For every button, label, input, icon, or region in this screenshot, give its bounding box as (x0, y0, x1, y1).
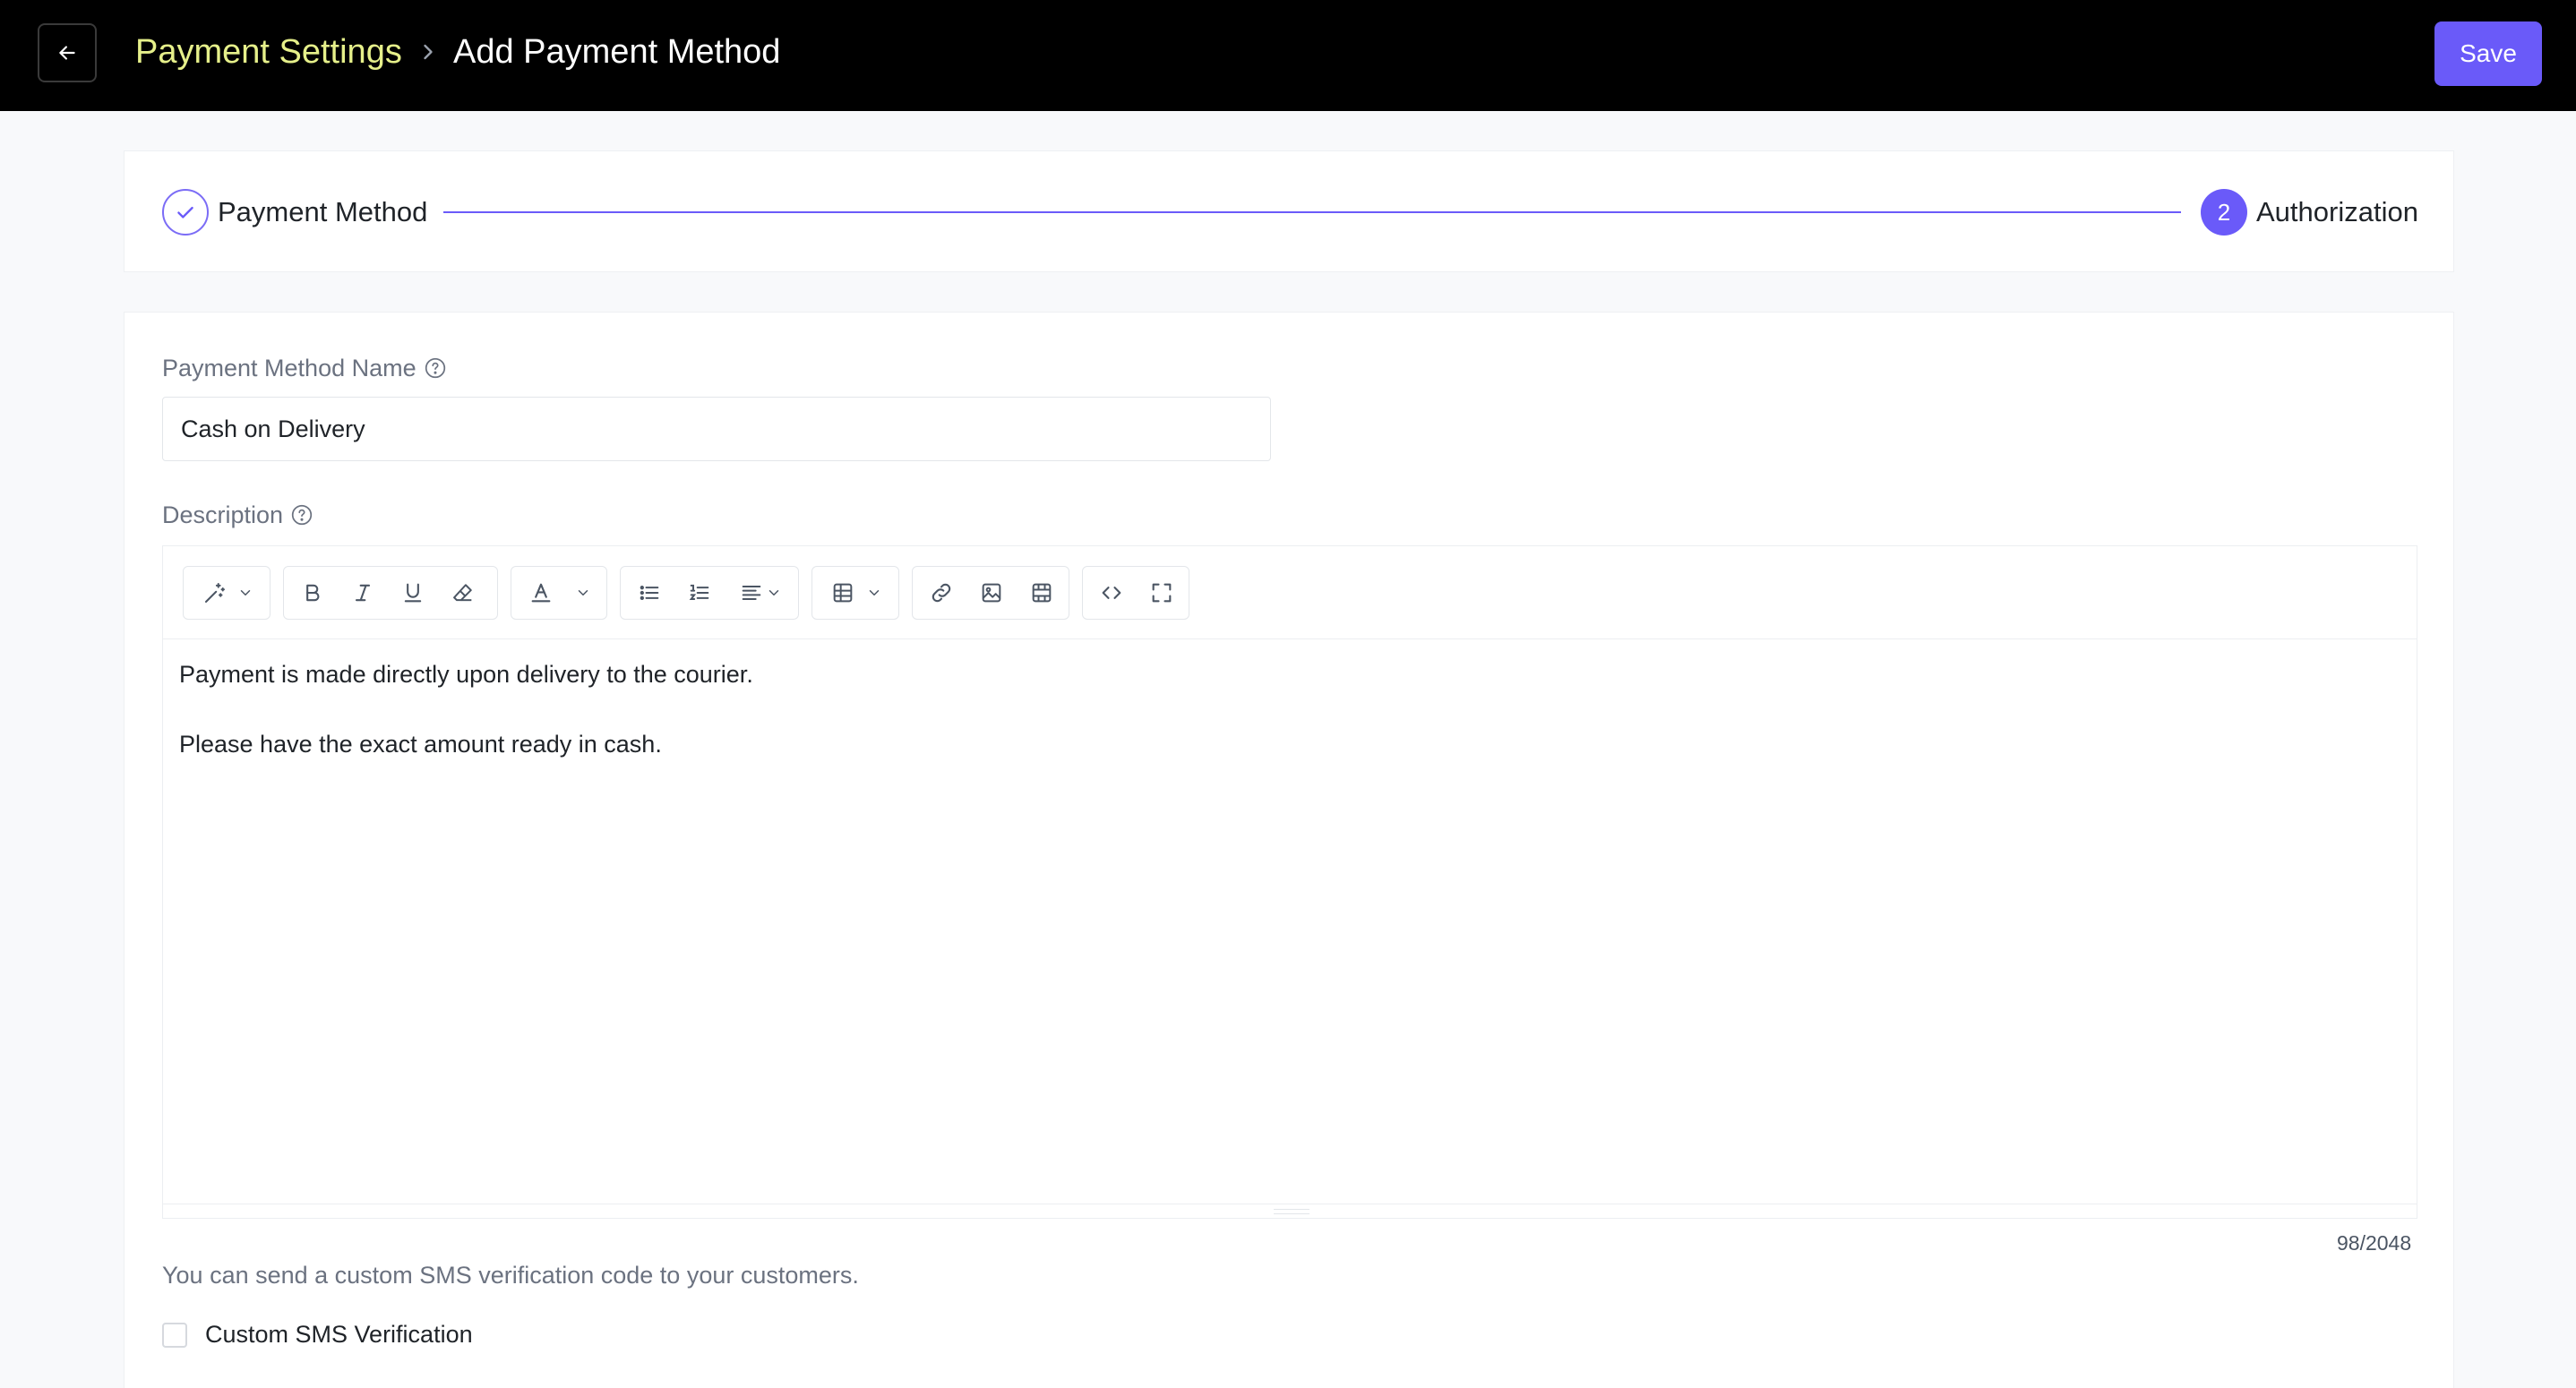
chevron-right-icon (424, 44, 433, 60)
align-icon (742, 586, 761, 600)
chevron-down-icon (869, 590, 880, 595)
rich-text-editor: Payment is made directly upon delivery t… (162, 545, 2417, 1219)
toolbar-group-insert (912, 566, 1069, 620)
video-icon (1032, 583, 1052, 603)
description-paragraph: Payment is made directly upon delivery t… (179, 661, 753, 688)
description-label-text: Description (162, 501, 284, 528)
chevron-down-icon (769, 590, 779, 595)
insert-video-button[interactable] (1017, 567, 1067, 619)
underline-button[interactable] (388, 567, 438, 619)
insert-link-button[interactable] (916, 567, 966, 619)
toolbar-group-paragraph (620, 566, 799, 620)
editor-resize-handle[interactable] (163, 1204, 2417, 1218)
italic-icon (355, 584, 371, 602)
step-label-payment-method: Payment Method (218, 196, 428, 227)
step-completed-indicator (162, 189, 209, 236)
table-icon (833, 583, 853, 603)
magic-wand-icon (205, 583, 225, 603)
payment-method-name-label-text: Payment Method Name (162, 355, 416, 381)
toolbar-group-view (1082, 566, 1189, 620)
step-connector (443, 211, 2181, 213)
fullscreen-button[interactable] (1137, 567, 1187, 619)
insert-image-button[interactable] (966, 567, 1017, 619)
custom-sms-verification-option[interactable]: Custom SMS Verification (162, 1321, 473, 1349)
eraser-icon (453, 584, 472, 602)
code-view-icon (1102, 587, 1121, 599)
back-button[interactable] (38, 23, 97, 82)
align-dropdown[interactable] (725, 567, 796, 619)
magic-wand-dropdown[interactable] (187, 567, 268, 619)
bold-button[interactable] (288, 567, 338, 619)
step-label-authorization: Authorization (2256, 196, 2418, 227)
description-paragraph: Please have the exact amount ready in ca… (179, 731, 662, 758)
editor-toolbar (163, 546, 2417, 639)
custom-sms-checkbox-label: Custom SMS Verification (205, 1321, 473, 1348)
stepper: Payment Method 2 Authorization (124, 150, 2454, 272)
font-color-dropdown[interactable] (515, 567, 605, 619)
toolbar-group-style (183, 566, 270, 620)
description-label: Description (162, 501, 313, 529)
help-icon[interactable] (290, 503, 313, 527)
numbered-list-icon (689, 584, 709, 600)
sms-hint-text: You can send a custom SMS verification c… (162, 1262, 859, 1289)
chevron-down-icon (578, 590, 588, 595)
character-count: 98/2048 (2337, 1231, 2412, 1255)
bullet-list-icon (640, 586, 659, 600)
code-view-button[interactable] (1086, 567, 1137, 619)
font-color-icon (531, 583, 551, 603)
table-dropdown[interactable] (816, 567, 897, 619)
page-title: Add Payment Method (453, 33, 781, 71)
check-icon (177, 206, 193, 218)
bold-icon (306, 584, 320, 602)
image-icon (982, 583, 1001, 603)
link-icon (932, 583, 951, 603)
payment-method-name-label: Payment Method Name (162, 354, 447, 382)
payment-method-name-input[interactable] (162, 397, 1271, 461)
toolbar-group-color (511, 566, 607, 620)
chevron-down-icon (240, 590, 251, 595)
breadcrumb-parent-link[interactable]: Payment Settings (135, 32, 402, 72)
underline-icon (404, 583, 422, 603)
form-card: Payment Method Name Description (124, 312, 2454, 1388)
resize-grip (1274, 1209, 1309, 1214)
numbered-list-button[interactable] (674, 567, 725, 619)
toolbar-group-table (811, 566, 899, 620)
fullscreen-icon (1152, 583, 1172, 603)
custom-sms-checkbox[interactable] (162, 1322, 187, 1348)
save-button[interactable]: Save (2434, 21, 2542, 86)
clear-format-button[interactable] (438, 567, 488, 619)
help-icon[interactable] (424, 356, 447, 380)
toolbar-group-format (283, 566, 498, 620)
italic-button[interactable] (338, 567, 388, 619)
bullet-list-button[interactable] (624, 567, 674, 619)
top-bar: Payment Settings Add Payment Method Save (0, 0, 2576, 111)
editor-content-area[interactable]: Payment is made directly upon delivery t… (163, 639, 2417, 1204)
step-number-indicator: 2 (2201, 189, 2247, 236)
arrow-left-icon (59, 46, 75, 60)
